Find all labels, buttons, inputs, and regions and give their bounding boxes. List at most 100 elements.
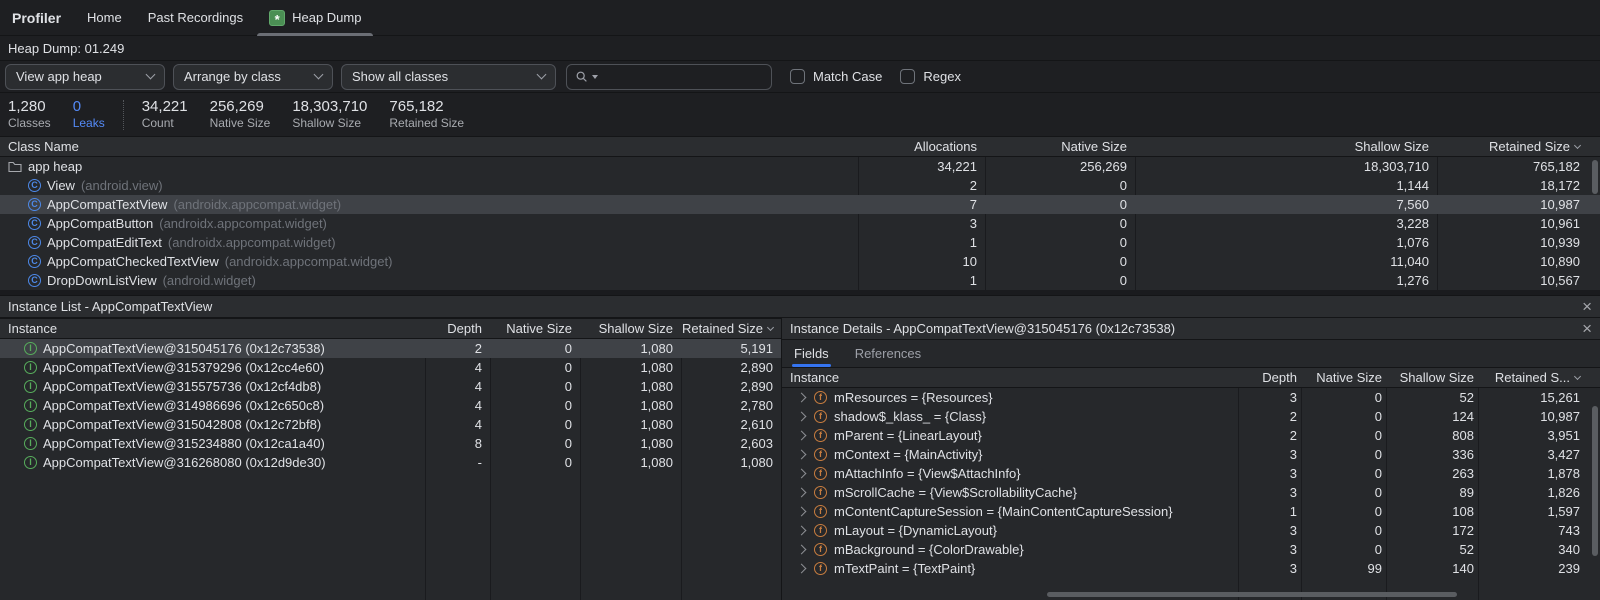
cell-allocations: 7 xyxy=(858,195,985,214)
search-input[interactable] xyxy=(601,69,763,84)
class-row[interactable]: C AppCompatCheckedTextView (androidx.app… xyxy=(0,252,1600,271)
column-native-size[interactable]: Native Size xyxy=(1305,368,1390,387)
column-depth[interactable]: Depth xyxy=(425,319,490,338)
tab-heap-dump[interactable]: * Heap Dump xyxy=(269,0,361,36)
cell-shallow-size: 3,228 xyxy=(1135,214,1437,233)
cell-depth: 3 xyxy=(1242,540,1305,559)
field-name-cell: f shadow$_klass_ = {Class} xyxy=(782,407,1242,426)
regex-label: Regex xyxy=(923,69,961,84)
bottom-split: Instance Depth Native Size Shallow Size … xyxy=(0,318,1600,600)
stat-count-value: 34,221 xyxy=(142,98,188,117)
cell-shallow-size: 1,076 xyxy=(1135,233,1437,252)
column-class-name[interactable]: Class Name xyxy=(0,137,858,156)
show-classes-select-value: Show all classes xyxy=(352,69,448,84)
field-row[interactable]: f mAttachInfo = {View$AttachInfo} 3 0 26… xyxy=(782,464,1600,483)
expand-chevron-icon[interactable] xyxy=(797,507,807,517)
search-field[interactable] xyxy=(566,64,772,90)
column-shallow-size[interactable]: Shallow Size xyxy=(580,319,681,338)
column-depth[interactable]: Depth xyxy=(1242,368,1305,387)
instance-row[interactable]: I AppCompatTextView@315042808 (0x12c72bf… xyxy=(0,415,781,434)
cell-shallow-size: 808 xyxy=(1390,426,1482,445)
arrange-by-select[interactable]: Arrange by class xyxy=(173,64,333,90)
expand-chevron-icon[interactable] xyxy=(797,488,807,498)
tab-home[interactable]: Home xyxy=(87,0,122,36)
tab-past-recordings[interactable]: Past Recordings xyxy=(148,0,243,36)
column-retained-size[interactable]: Retained Size xyxy=(1437,137,1600,156)
stat-shallow-value: 18,303,710 xyxy=(292,98,367,117)
field-row[interactable]: f mResources = {Resources} 3 0 52 15,261 xyxy=(782,388,1600,407)
cell-allocations: 1 xyxy=(858,233,985,252)
instance-row[interactable]: I AppCompatTextView@315575736 (0x12cf4db… xyxy=(0,377,781,396)
class-name: DropDownListView xyxy=(47,273,157,288)
tab-fields[interactable]: Fields xyxy=(794,340,829,367)
match-case-checkbox[interactable] xyxy=(790,69,805,84)
cell-depth: 1 xyxy=(1242,502,1305,521)
column-allocations[interactable]: Allocations xyxy=(858,137,985,156)
field-label: mContentCaptureSession = {MainContentCap… xyxy=(834,504,1173,519)
cell-native-size: 0 xyxy=(1305,407,1390,426)
expand-chevron-icon[interactable] xyxy=(797,450,807,460)
class-name-cell: C DropDownListView (android.widget) xyxy=(0,271,858,290)
class-row[interactable]: C AppCompatEditText (androidx.appcompat.… xyxy=(0,233,1600,252)
class-name-cell: C AppCompatButton (androidx.appcompat.wi… xyxy=(0,214,858,233)
expand-chevron-icon[interactable] xyxy=(797,412,807,422)
column-retained-size[interactable]: Retained Size xyxy=(681,319,781,338)
field-row[interactable]: f mLayout = {DynamicLayout} 3 0 172 743 xyxy=(782,521,1600,540)
column-retained-size[interactable]: Retained S... xyxy=(1482,368,1600,387)
tab-references[interactable]: References xyxy=(855,340,921,367)
cell-retained-size: 1,080 xyxy=(681,453,781,472)
cell-retained-size: 340 xyxy=(1482,540,1600,559)
class-row[interactable]: C View (android.view) 2 0 1,144 18,172 xyxy=(0,176,1600,195)
stat-leaks[interactable]: 0 Leaks xyxy=(73,98,105,132)
class-table-scrollbar[interactable] xyxy=(1592,160,1598,194)
class-row-selected[interactable]: C AppCompatTextView (androidx.appcompat.… xyxy=(0,195,1600,214)
column-shallow-size[interactable]: Shallow Size xyxy=(1390,368,1482,387)
field-row[interactable]: f mTextPaint = {TextPaint} 3 99 140 239 xyxy=(782,559,1600,578)
details-horizontal-scrollbar[interactable] xyxy=(1047,592,1457,597)
field-row[interactable]: f mContext = {MainActivity} 3 0 336 3,42… xyxy=(782,445,1600,464)
regex-checkbox[interactable] xyxy=(900,69,915,84)
instance-row-selected[interactable]: I AppCompatTextView@315045176 (0x12c7353… xyxy=(0,339,781,358)
expand-chevron-icon[interactable] xyxy=(797,431,807,441)
class-table-header: Class Name Allocations Native Size Shall… xyxy=(0,136,1600,157)
view-heap-select[interactable]: View app heap xyxy=(5,64,165,90)
class-name: AppCompatCheckedTextView xyxy=(47,254,219,269)
show-classes-select[interactable]: Show all classes xyxy=(341,64,556,90)
class-row[interactable]: C DropDownListView (android.widget) 1 0 … xyxy=(0,271,1600,290)
close-instance-details-icon[interactable]: × xyxy=(1582,320,1592,337)
instance-row[interactable]: I AppCompatTextView@315379296 (0x12cc4e6… xyxy=(0,358,781,377)
class-row[interactable]: C AppCompatButton (androidx.appcompat.wi… xyxy=(0,214,1600,233)
expand-chevron-icon[interactable] xyxy=(797,564,807,574)
expand-chevron-icon[interactable] xyxy=(797,393,807,403)
close-instance-list-icon[interactable]: × xyxy=(1582,298,1592,315)
field-row[interactable]: f mScrollCache = {View$ScrollabilityCach… xyxy=(782,483,1600,502)
expand-chevron-icon[interactable] xyxy=(797,545,807,555)
class-package: (androidx.appcompat.widget) xyxy=(168,235,336,250)
regex-option[interactable]: Regex xyxy=(900,69,961,84)
match-case-option[interactable]: Match Case xyxy=(790,69,882,84)
cell-shallow-size: 140 xyxy=(1390,559,1482,578)
field-row[interactable]: f mBackground = {ColorDrawable} 3 0 52 3… xyxy=(782,540,1600,559)
instance-row[interactable]: I AppCompatTextView@314986696 (0x12c650c… xyxy=(0,396,781,415)
search-options-chevron-icon[interactable] xyxy=(592,75,598,79)
cell-depth: 3 xyxy=(1242,521,1305,540)
column-native-size[interactable]: Native Size xyxy=(985,137,1135,156)
expand-chevron-icon[interactable] xyxy=(797,469,807,479)
class-icon: C xyxy=(28,236,41,249)
cell-retained-size: 5,191 xyxy=(681,339,781,358)
instance-row[interactable]: I AppCompatTextView@316268080 (0x12d9de3… xyxy=(0,453,781,472)
instance-row[interactable]: I AppCompatTextView@315234880 (0x12ca1a4… xyxy=(0,434,781,453)
field-row[interactable]: f shadow$_klass_ = {Class} 2 0 124 10,98… xyxy=(782,407,1600,426)
column-instance[interactable]: Instance xyxy=(782,368,1242,387)
instance-list-panel: Instance Depth Native Size Shallow Size … xyxy=(0,318,781,600)
details-vertical-scrollbar[interactable] xyxy=(1592,406,1598,556)
column-instance[interactable]: Instance xyxy=(0,319,425,338)
instance-name: AppCompatTextView@315379296 (0x12cc4e60) xyxy=(43,360,324,375)
heap-row[interactable]: app heap 34,221 256,269 18,303,710 765,1… xyxy=(0,157,1600,176)
field-row[interactable]: f mParent = {LinearLayout} 2 0 808 3,951 xyxy=(782,426,1600,445)
field-row[interactable]: f mContentCaptureSession = {MainContentC… xyxy=(782,502,1600,521)
column-native-size[interactable]: Native Size xyxy=(490,319,580,338)
field-label: mAttachInfo = {View$AttachInfo} xyxy=(834,466,1021,481)
expand-chevron-icon[interactable] xyxy=(797,526,807,536)
column-shallow-size[interactable]: Shallow Size xyxy=(1135,137,1437,156)
